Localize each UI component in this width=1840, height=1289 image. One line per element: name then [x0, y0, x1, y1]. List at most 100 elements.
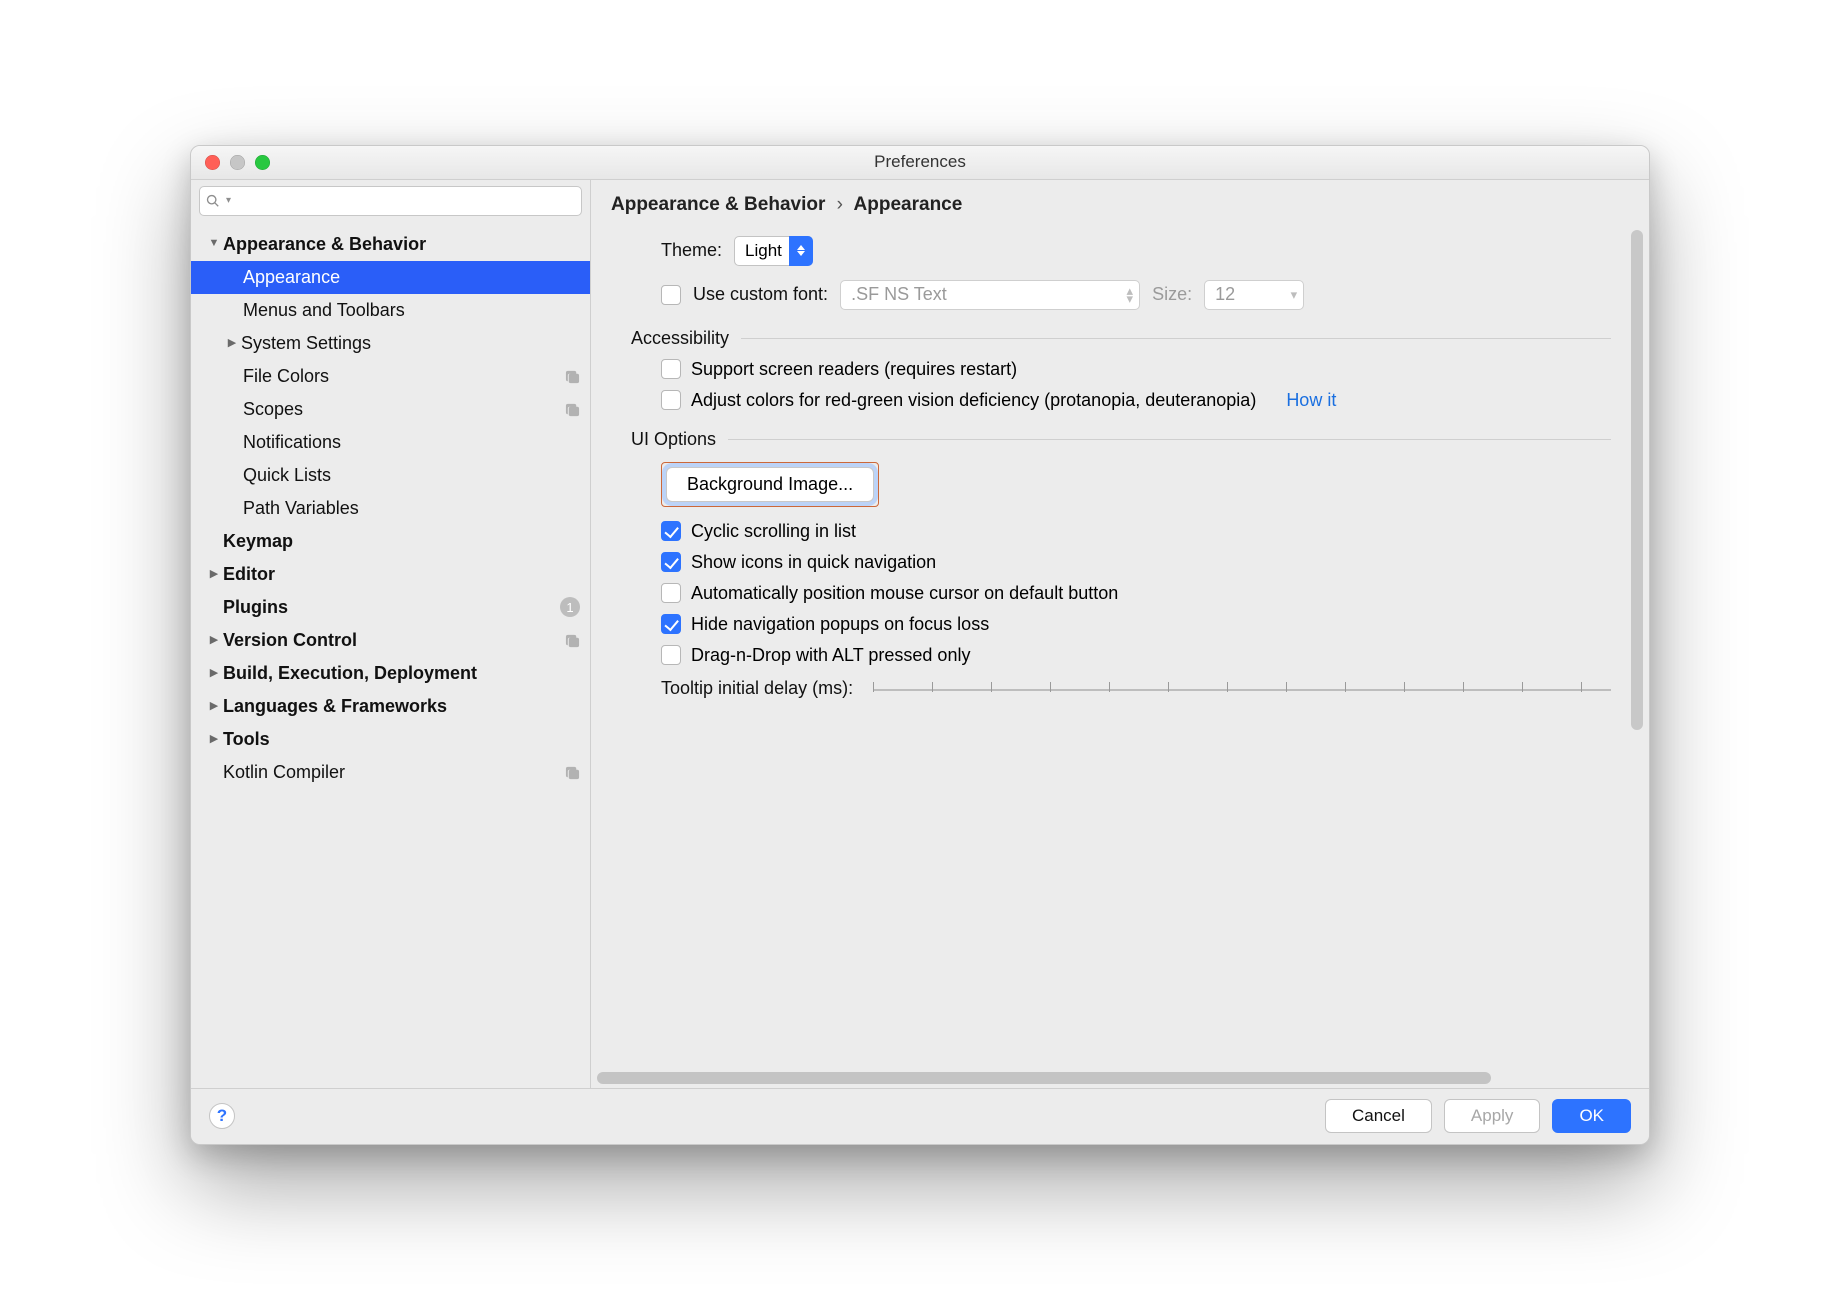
sidebar-item-label: Keymap — [223, 531, 580, 552]
font-size-label: Size: — [1152, 284, 1192, 305]
sidebar-item[interactable]: Scopes — [191, 393, 590, 426]
sidebar-item-label: Build, Execution, Deployment — [223, 663, 580, 684]
ui-options-header: UI Options — [631, 429, 1611, 450]
show-icons-label: Show icons in quick navigation — [691, 552, 936, 573]
sidebar-item[interactable]: Menus and Toolbars — [191, 294, 590, 327]
color-deficiency-label: Adjust colors for red-green vision defic… — [691, 390, 1256, 411]
sidebar-item[interactable]: Kotlin Compiler — [191, 756, 590, 789]
sidebar-item[interactable]: Path Variables — [191, 492, 590, 525]
per-project-icon — [564, 401, 580, 417]
preferences-window: Preferences ▾ ▼Appearance & BehaviorAppe… — [190, 145, 1650, 1145]
tooltip-delay-label: Tooltip initial delay (ms): — [661, 678, 853, 699]
sidebar-item[interactable]: File Colors — [191, 360, 590, 393]
sidebar-item[interactable]: ▶System Settings — [191, 327, 590, 360]
chevron-right-icon[interactable]: ▶ — [225, 336, 239, 349]
window-title: Preferences — [191, 152, 1649, 172]
sidebar-item-label: File Colors — [243, 366, 564, 387]
screen-readers-label: Support screen readers (requires restart… — [691, 359, 1017, 380]
sidebar-item[interactable]: Notifications — [191, 426, 590, 459]
background-image-button[interactable]: Background Image... — [666, 467, 874, 502]
sidebar-item-label: Kotlin Compiler — [223, 762, 564, 783]
sidebar-item[interactable]: Appearance — [191, 261, 590, 294]
per-project-icon — [564, 368, 580, 384]
stepper-icon: ▴▾ — [1127, 287, 1134, 303]
horizontal-scrollbar[interactable] — [597, 1072, 1637, 1088]
chevron-right-icon[interactable]: ▶ — [207, 732, 221, 745]
sidebar-item-label: Appearance & Behavior — [223, 234, 580, 255]
sidebar-item[interactable]: ▶Languages & Frameworks — [191, 690, 590, 723]
settings-tree[interactable]: ▼Appearance & Behavior Appearance Menus an… — [191, 222, 590, 1088]
sidebar-item-label: Plugins — [223, 597, 560, 618]
cancel-button[interactable]: Cancel — [1325, 1099, 1432, 1133]
hide-popups-checkbox[interactable] — [661, 614, 681, 634]
sidebar-item[interactable]: ▶Version Control — [191, 624, 590, 657]
how-it-works-link[interactable]: How it — [1286, 390, 1336, 411]
help-button[interactable]: ? — [209, 1103, 235, 1129]
chevron-right-icon[interactable]: ▶ — [207, 567, 221, 580]
sidebar-item-label: Menus and Toolbars — [243, 300, 580, 321]
chevron-right-icon[interactable]: ▶ — [207, 666, 221, 679]
sidebar-item[interactable]: Keymap — [191, 525, 590, 558]
background-image-highlight: Background Image... — [661, 462, 879, 507]
font-family-select[interactable]: .SF NS Text ▴▾ — [840, 280, 1140, 310]
chevron-right-icon[interactable]: ▶ — [207, 699, 221, 712]
sidebar-item-label: Quick Lists — [243, 465, 580, 486]
sidebar-item-label: Notifications — [243, 432, 580, 453]
font-size-value: 12 — [1215, 284, 1235, 305]
chevron-right-icon[interactable]: ▶ — [207, 633, 221, 646]
tooltip-delay-slider[interactable] — [873, 678, 1611, 702]
per-project-icon — [564, 632, 580, 648]
drag-n-drop-alt-label: Drag-n-Drop with ALT pressed only — [691, 645, 970, 666]
ok-button[interactable]: OK — [1552, 1099, 1631, 1133]
vertical-scrollbar-thumb[interactable] — [1631, 230, 1643, 730]
sidebar-item[interactable]: ▶Tools — [191, 723, 590, 756]
chevron-down-icon: ▾ — [1291, 291, 1298, 299]
sidebar-item-label: Editor — [223, 564, 580, 585]
breadcrumb-root[interactable]: Appearance & Behavior — [611, 194, 825, 215]
section-divider — [728, 439, 1611, 440]
section-divider — [741, 338, 1611, 339]
ui-options-header-label: UI Options — [631, 429, 716, 450]
per-project-icon — [564, 764, 580, 780]
use-custom-font-checkbox[interactable] — [661, 285, 681, 305]
sidebar-item[interactable]: ▶Editor — [191, 558, 590, 591]
sidebar-item-label: Languages & Frameworks — [223, 696, 580, 717]
titlebar: Preferences — [191, 146, 1649, 180]
sidebar-item-label: Version Control — [223, 630, 564, 651]
color-deficiency-checkbox[interactable] — [661, 390, 681, 410]
sidebar-item-label: Appearance — [243, 267, 580, 288]
cyclic-scrolling-label: Cyclic scrolling in list — [691, 521, 856, 542]
plugins-update-badge: 1 — [560, 597, 580, 617]
font-family-value: .SF NS Text — [851, 284, 947, 305]
drag-n-drop-alt-checkbox[interactable] — [661, 645, 681, 665]
sidebar-item[interactable]: ▶Build, Execution, Deployment — [191, 657, 590, 690]
chevron-down-icon[interactable]: ▼ — [207, 237, 221, 249]
vertical-scrollbar[interactable] — [1631, 226, 1649, 1072]
hide-popups-label: Hide navigation popups on focus loss — [691, 614, 989, 635]
breadcrumb: Appearance & Behavior › Appearance — [591, 180, 1649, 226]
sidebar-item[interactable]: Quick Lists — [191, 459, 590, 492]
theme-label: Theme: — [661, 240, 722, 261]
sidebar-item-label: Scopes — [243, 399, 564, 420]
main-panel: Appearance & Behavior › Appearance Theme… — [591, 180, 1649, 1088]
use-custom-font-label: Use custom font: — [693, 284, 828, 305]
theme-select[interactable]: Light — [734, 236, 813, 266]
font-size-select[interactable]: 12 ▾ — [1204, 280, 1304, 310]
sidebar-item-label: System Settings — [241, 333, 580, 354]
body: ▾ ▼Appearance & BehaviorAppearanceMenus … — [191, 180, 1649, 1088]
search-input[interactable]: ▾ — [199, 186, 582, 216]
content: Theme: Light Use custom font: — [591, 226, 1631, 1072]
dropdown-stepper-icon — [789, 236, 813, 266]
accessibility-header: Accessibility — [631, 328, 1611, 349]
horizontal-scrollbar-thumb[interactable] — [597, 1072, 1491, 1084]
sidebar-item[interactable]: Plugins1 — [191, 591, 590, 624]
search-history-chevron-icon[interactable]: ▾ — [226, 195, 231, 206]
sidebar-item[interactable]: ▼Appearance & Behavior — [191, 228, 590, 261]
screen-readers-checkbox[interactable] — [661, 359, 681, 379]
show-icons-checkbox[interactable] — [661, 552, 681, 572]
auto-position-cursor-checkbox[interactable] — [661, 583, 681, 603]
apply-button[interactable]: Apply — [1444, 1099, 1541, 1133]
breadcrumb-leaf: Appearance — [854, 194, 963, 215]
accessibility-header-label: Accessibility — [631, 328, 729, 349]
cyclic-scrolling-checkbox[interactable] — [661, 521, 681, 541]
